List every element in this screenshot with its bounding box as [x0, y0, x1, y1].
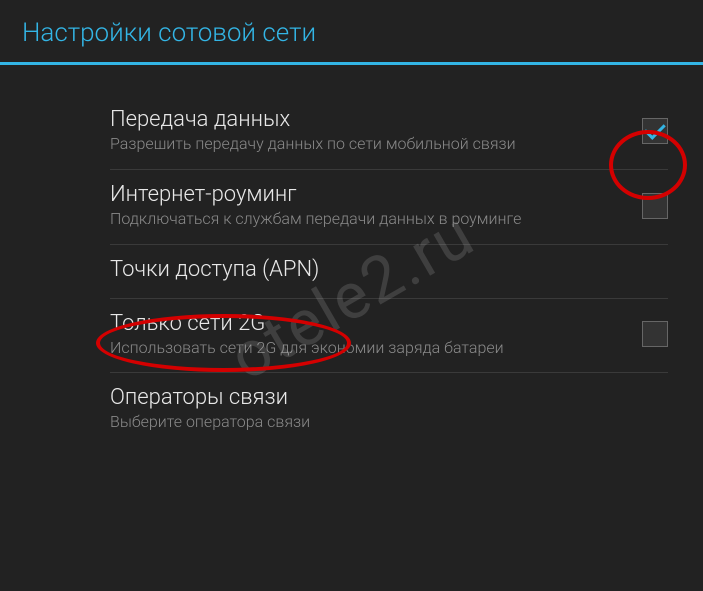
setting-operators[interactable]: Операторы связи Выберите оператора связи [110, 373, 668, 447]
setting-title: Интернет-роуминг [110, 182, 622, 207]
setting-subtitle: Использовать сети 2G для экономии заряда… [110, 338, 622, 359]
setting-text-block: Интернет-роуминг Подключаться к службам … [110, 182, 642, 230]
setting-apn[interactable]: Точки доступа (APN) [110, 245, 668, 299]
setting-text-block: Операторы связи Выберите оператора связи [110, 385, 668, 433]
page-title: Настройки сотовой сети [22, 18, 681, 48]
setting-2g-only[interactable]: Только сети 2G Использовать сети 2G для … [110, 299, 668, 374]
setting-title: Передача данных [110, 107, 622, 132]
setting-subtitle: Подключаться к службам передачи данных в… [110, 209, 622, 230]
setting-title: Только сети 2G [110, 311, 622, 336]
setting-text-block: Передача данных Разрешить передачу данны… [110, 107, 642, 155]
setting-roaming[interactable]: Интернет-роуминг Подключаться к службам … [110, 170, 668, 245]
setting-subtitle: Выберите оператора связи [110, 412, 648, 433]
setting-text-block: Точки доступа (APN) [110, 257, 668, 284]
setting-text-block: Только сети 2G Использовать сети 2G для … [110, 311, 642, 359]
setting-subtitle: Разрешить передачу данных по сети мобиль… [110, 134, 622, 155]
setting-title: Операторы связи [110, 385, 648, 410]
checkbox-roaming[interactable] [642, 193, 668, 219]
settings-list: Передача данных Разрешить передачу данны… [0, 65, 703, 447]
settings-header: Настройки сотовой сети [0, 0, 703, 65]
checkbox-2g-only[interactable] [642, 321, 668, 347]
setting-title: Точки доступа (APN) [110, 257, 648, 282]
setting-data-transfer[interactable]: Передача данных Разрешить передачу данны… [110, 95, 668, 170]
checkbox-data-transfer[interactable] [642, 118, 668, 144]
